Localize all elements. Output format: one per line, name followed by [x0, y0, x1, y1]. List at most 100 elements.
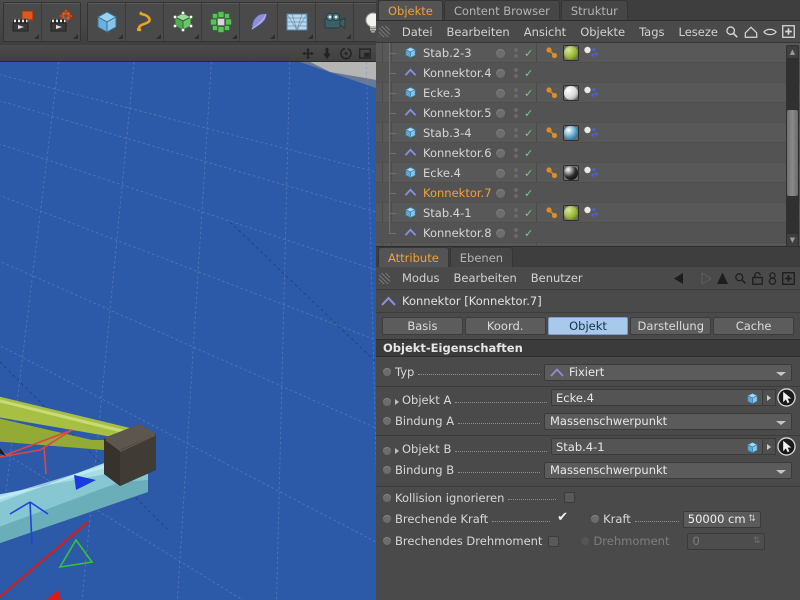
spline-button[interactable] — [126, 2, 164, 41]
chevron-down-icon[interactable] — [776, 469, 786, 474]
objekt-a-link-field[interactable]: Ecke.4 — [551, 388, 796, 407]
animate-dot-kraft[interactable] — [591, 515, 600, 523]
menu-objekte[interactable]: Objekte — [573, 21, 632, 43]
table-row[interactable]: Stab.3-4 ✓ — [376, 121, 800, 143]
render-visibility-dots[interactable] — [514, 208, 518, 218]
enabled-check-icon[interactable]: ✓ — [524, 167, 533, 180]
table-row[interactable]: Konnektor.7 ✓ — [376, 181, 800, 203]
render-visibility-dots[interactable] — [514, 228, 518, 238]
render-visibility-dots[interactable] — [514, 148, 518, 158]
table-row[interactable]: Stab.2-3 ✓ — [376, 43, 800, 63]
object-list-scrollbar[interactable]: ▲ ▼ — [786, 45, 799, 247]
panel-grip[interactable] — [379, 26, 390, 37]
editor-visibility-dot[interactable] — [496, 148, 505, 158]
texture-axis-tag-icon[interactable] — [582, 125, 599, 141]
enabled-check-icon[interactable]: ✓ — [524, 207, 533, 220]
objekt-a-expand-button[interactable] — [763, 389, 776, 406]
scroll-down-arrow-icon[interactable]: ▼ — [786, 234, 799, 246]
scrollbar-track[interactable] — [786, 58, 799, 234]
enabled-check-icon[interactable]: ✓ — [524, 227, 533, 240]
editor-visibility-dot[interactable] — [496, 208, 505, 218]
objekt-a-value-box[interactable]: Ecke.4 — [551, 389, 763, 406]
animate-dot[interactable] — [383, 417, 391, 425]
table-row[interactable]: Stab.4-1 ✓ — [376, 201, 800, 223]
row-state-icons[interactable]: ✓ — [496, 163, 533, 183]
chevron-down-icon[interactable] — [776, 371, 786, 376]
editor-visibility-dot[interactable] — [496, 128, 505, 138]
animate-dot[interactable] — [383, 368, 391, 376]
render-visibility-dots[interactable] — [514, 188, 518, 198]
animate-dot[interactable] — [383, 515, 391, 523]
render-visibility-dots[interactable] — [514, 88, 518, 98]
menu-tags[interactable]: Tags — [632, 21, 671, 43]
enabled-check-icon[interactable]: ✓ — [524, 187, 533, 200]
row-state-icons[interactable]: ✓ — [496, 83, 533, 103]
tag-strip[interactable] — [544, 83, 599, 103]
table-row[interactable]: Konnektor.4 ✓ — [376, 61, 800, 83]
typ-dropdown[interactable]: Fixiert — [544, 363, 792, 381]
texture-axis-tag-icon[interactable] — [582, 165, 599, 181]
editor-visibility-dot[interactable] — [496, 48, 505, 58]
render-visibility-dots[interactable] — [514, 168, 518, 178]
objekt-b-expand-button[interactable] — [763, 438, 776, 455]
material-tag-icon[interactable] — [563, 45, 579, 61]
forward-arrow-icon[interactable] — [695, 271, 711, 285]
search-icon[interactable] — [725, 25, 739, 39]
mograph-button[interactable] — [202, 2, 240, 41]
camera-button[interactable] — [316, 2, 354, 41]
menu-benutzer[interactable]: Benutzer — [524, 267, 590, 289]
tab-basis[interactable]: Basis — [382, 317, 463, 335]
brechende-kraft-checkbox[interactable]: ✔ — [557, 510, 569, 525]
add-icon[interactable] — [782, 271, 795, 285]
3d-viewport[interactable] — [0, 62, 376, 600]
objekt-b-link-field[interactable]: Stab.4-1 — [551, 437, 796, 456]
render-visibility-dots[interactable] — [514, 108, 518, 118]
dynamics-tag-icon[interactable] — [544, 85, 560, 101]
enabled-check-icon[interactable]: ✓ — [524, 107, 533, 120]
add-layer-icon[interactable] — [782, 25, 795, 38]
editor-visibility-dot[interactable] — [496, 88, 505, 98]
texture-axis-tag-icon[interactable] — [582, 85, 599, 101]
stepper-icon[interactable]: ⇅ — [748, 514, 756, 524]
object-list[interactable]: Stab.2-3 ✓ Konnektor.4 ✓ Ecke.3 ✓ Konnek… — [376, 43, 800, 246]
row-state-icons[interactable]: ✓ — [496, 223, 533, 243]
dynamics-tag-icon[interactable] — [544, 205, 560, 221]
search-icon[interactable] — [734, 272, 747, 285]
kraft-input[interactable]: 50000 cm ⇅ — [682, 510, 761, 528]
kollision-ignorieren-checkbox[interactable] — [564, 492, 576, 503]
dynamics-tag-icon[interactable] — [544, 45, 560, 61]
objekt-b-value-box[interactable]: Stab.4-1 — [551, 438, 763, 455]
tag-strip[interactable] — [544, 163, 599, 183]
row-state-icons[interactable]: ✓ — [496, 43, 533, 63]
texture-axis-tag-icon[interactable] — [582, 205, 599, 221]
dynamics-tag-icon[interactable] — [544, 165, 560, 181]
render-visibility-dots[interactable] — [514, 68, 518, 78]
cube-primitive-button[interactable] — [88, 2, 126, 41]
dolly-camera-icon[interactable] — [320, 47, 334, 60]
stepper-icon[interactable]: ⇅ — [753, 536, 761, 546]
tag-strip[interactable] — [544, 203, 599, 223]
render-settings-button[interactable] — [42, 3, 80, 41]
tab-attribute[interactable]: Attribute — [378, 247, 449, 267]
table-row[interactable]: Konnektor.5 ✓ — [376, 101, 800, 123]
enabled-check-icon[interactable]: ✓ — [524, 67, 533, 80]
material-tag-icon[interactable] — [563, 125, 579, 141]
link-icon[interactable] — [768, 271, 777, 285]
menu-ansicht[interactable]: Ansicht — [517, 21, 573, 43]
enabled-check-icon[interactable]: ✓ — [524, 147, 533, 160]
row-state-icons[interactable]: ✓ — [496, 103, 533, 123]
dynamics-tag-icon[interactable] — [544, 125, 560, 141]
brechendes-drehmoment-checkbox[interactable] — [548, 535, 560, 547]
deformer-button[interactable] — [240, 2, 278, 41]
generator-button[interactable] — [164, 2, 202, 41]
render-visibility-dots[interactable] — [514, 128, 518, 138]
render-view-button[interactable] — [4, 2, 42, 41]
tab-struktur[interactable]: Struktur — [560, 0, 628, 20]
drehmoment-input[interactable]: 0 ⇅ — [687, 532, 766, 550]
animate-dot[interactable] — [383, 398, 391, 406]
table-row[interactable]: Ecke.4 ✓ — [376, 161, 800, 183]
row-state-icons[interactable]: ✓ — [496, 183, 533, 203]
editor-visibility-dot[interactable] — [496, 108, 505, 118]
up-arrow-icon[interactable] — [716, 272, 729, 285]
material-tag-icon[interactable] — [563, 85, 579, 101]
